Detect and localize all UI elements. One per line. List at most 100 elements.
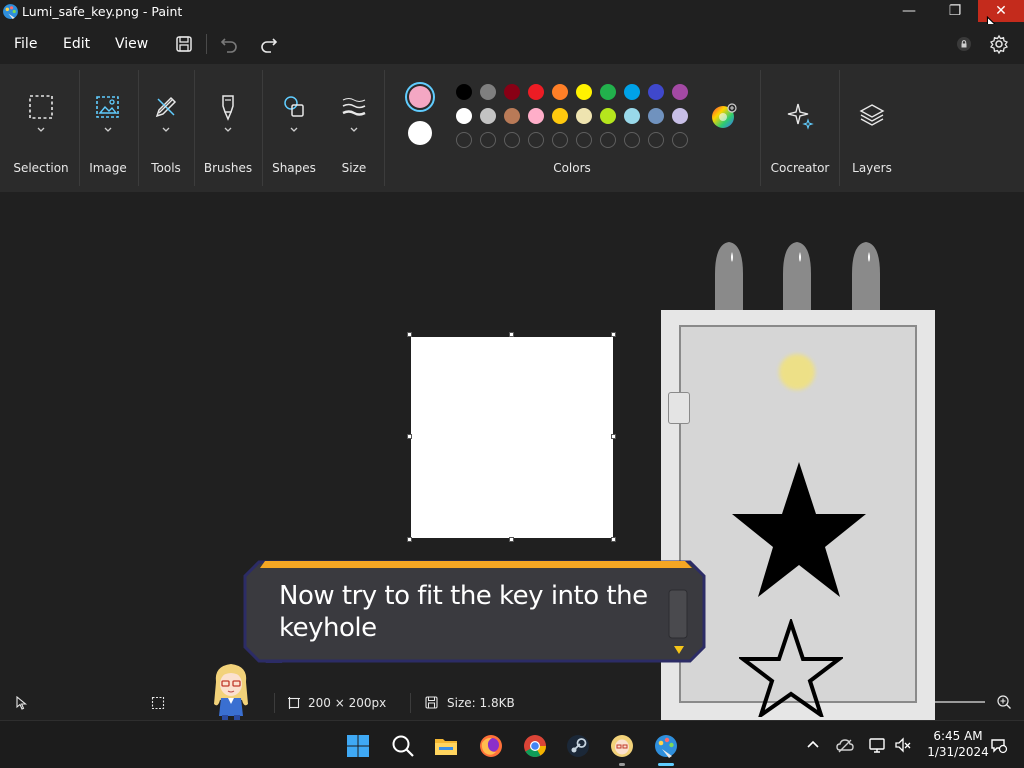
windows-start-icon[interactable] (345, 733, 371, 759)
color-swatch[interactable] (672, 84, 688, 100)
color-swatch[interactable] (480, 84, 496, 100)
custom-color-slot[interactable] (456, 132, 472, 148)
tools-group[interactable]: Tools (142, 64, 190, 192)
size-group[interactable]: Size (328, 64, 380, 192)
layers-group[interactable]: Layers (844, 64, 900, 192)
taskbar: 6:45 AM 1/31/2024 (0, 720, 1024, 768)
zoom-in-icon[interactable] (996, 694, 1012, 710)
volume-muted-icon[interactable] (893, 735, 913, 755)
cocreator-group[interactable]: Cocreator (766, 64, 834, 192)
onedrive-cloud-icon[interactable] (835, 735, 855, 755)
menu-edit[interactable]: Edit (63, 36, 90, 52)
color-swatch[interactable] (600, 84, 616, 100)
save-icon[interactable] (173, 33, 195, 55)
ribbon-divider (262, 70, 263, 186)
status-divider (274, 693, 275, 713)
safe-door (679, 325, 917, 717)
ribbon-toolbar: Selection Image Tools Brushes Shapes Siz… (0, 64, 1024, 192)
resize-handle[interactable] (407, 332, 412, 337)
color-swatch[interactable] (480, 108, 496, 124)
selection-label: Selection (13, 161, 69, 175)
selection-group[interactable]: Selection (8, 64, 74, 192)
maximize-button[interactable]: ❐ (932, 0, 978, 22)
custom-color-slot[interactable] (672, 132, 688, 148)
color-swatch[interactable] (624, 84, 640, 100)
custom-color-slot[interactable] (600, 132, 616, 148)
resize-handle[interactable] (611, 332, 616, 337)
color-swatch[interactable] (648, 84, 664, 100)
custom-color-slot[interactable] (552, 132, 568, 148)
custom-color-slot[interactable] (528, 132, 544, 148)
paint-app-icon (3, 4, 18, 19)
resize-handle[interactable] (407, 434, 412, 439)
undo-icon[interactable] (218, 33, 240, 55)
ribbon-divider (194, 70, 195, 186)
color-swatch[interactable] (672, 108, 688, 124)
drawing-canvas[interactable] (411, 337, 613, 538)
shapes-group[interactable]: Shapes (266, 64, 322, 192)
image-label: Image (89, 161, 127, 175)
star-outline-icon (739, 619, 843, 717)
secondary-color-swatch[interactable] (408, 121, 432, 145)
custom-color-slot[interactable] (624, 132, 640, 148)
dialogue-text: Now try to fit the key into the keyhole (279, 581, 648, 643)
ribbon-divider (79, 70, 80, 186)
menu-file[interactable]: File (14, 36, 37, 52)
color-swatch[interactable] (456, 108, 472, 124)
resize-handle[interactable] (407, 537, 412, 542)
color-swatch[interactable] (528, 84, 544, 100)
resize-handle[interactable] (611, 537, 616, 542)
brushes-group[interactable]: Brushes (200, 64, 256, 192)
notifications-icon[interactable] (988, 735, 1008, 755)
color-swatch[interactable] (528, 108, 544, 124)
color-wheel-icon[interactable] (710, 102, 738, 130)
image-edit-icon (96, 96, 119, 118)
redo-icon[interactable] (258, 33, 280, 55)
file-explorer-icon[interactable] (433, 733, 459, 759)
close-button[interactable]: ✕ (978, 0, 1024, 22)
color-swatch[interactable] (576, 84, 592, 100)
chevron-down-icon (350, 127, 358, 132)
color-swatch[interactable] (576, 108, 592, 124)
search-icon[interactable] (390, 733, 416, 759)
color-swatch[interactable] (504, 108, 520, 124)
account-icon[interactable] (957, 37, 971, 51)
chevron-up-icon[interactable] (803, 735, 823, 755)
steam-icon[interactable] (565, 733, 591, 759)
resize-handle[interactable] (509, 537, 514, 542)
custom-color-slot[interactable] (504, 132, 520, 148)
lumi-game-icon[interactable] (609, 733, 635, 759)
clock-time: 6:45 AM (933, 729, 983, 743)
firefox-icon[interactable] (478, 733, 504, 759)
safe-knob (715, 242, 743, 312)
color-swatch[interactable] (552, 108, 568, 124)
size-label: Size (341, 161, 367, 175)
safe-knob (852, 242, 880, 312)
chevron-down-icon (224, 127, 232, 132)
menu-view[interactable]: View (115, 36, 148, 52)
custom-color-slot[interactable] (480, 132, 496, 148)
shapes-icon (284, 96, 304, 117)
network-icon[interactable] (867, 735, 887, 755)
primary-color-swatch[interactable] (405, 82, 435, 112)
zoom-slider[interactable] (935, 701, 985, 703)
custom-color-slot[interactable] (648, 132, 664, 148)
color-swatch[interactable] (552, 84, 568, 100)
resize-handle[interactable] (509, 332, 514, 337)
minimize-button[interactable]: — (886, 0, 932, 22)
chrome-icon[interactable] (522, 733, 548, 759)
resize-handle[interactable] (611, 434, 616, 439)
color-swatch[interactable] (648, 108, 664, 124)
settings-gear-icon[interactable] (988, 33, 1010, 55)
window-title: Lumi_safe_key.png - Paint (22, 4, 183, 19)
color-swatch[interactable] (456, 84, 472, 100)
color-swatch[interactable] (600, 108, 616, 124)
custom-color-slot[interactable] (576, 132, 592, 148)
color-swatch[interactable] (504, 84, 520, 100)
safe-knob (783, 242, 811, 312)
system-clock[interactable]: 6:45 AM 1/31/2024 (920, 728, 996, 760)
ribbon-divider (839, 70, 840, 186)
image-group[interactable]: Image (82, 64, 134, 192)
paint-taskbar-icon[interactable] (653, 733, 679, 759)
color-swatch[interactable] (624, 108, 640, 124)
